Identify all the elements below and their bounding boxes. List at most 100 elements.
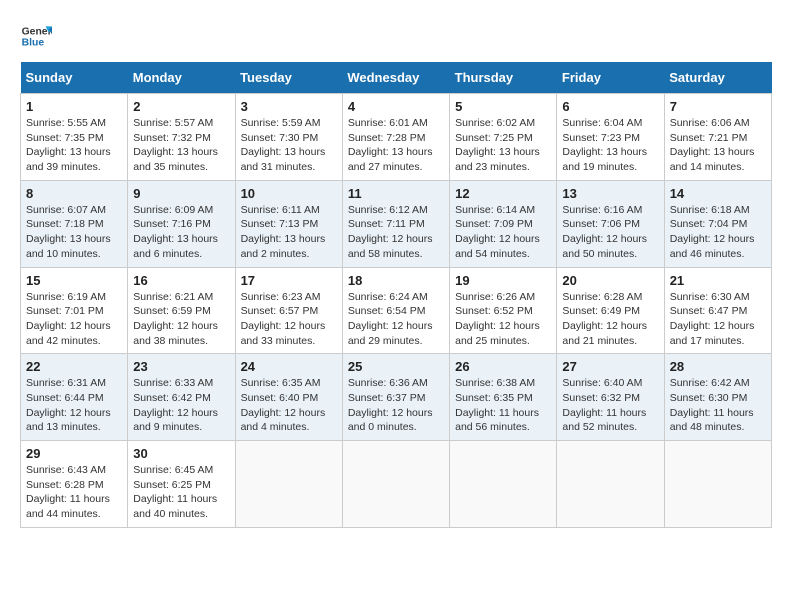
calendar-cell: 19 Sunrise: 6:26 AM Sunset: 6:52 PM Dayli… xyxy=(450,267,557,354)
day-number: 11 xyxy=(348,186,444,201)
calendar-table: SundayMondayTuesdayWednesdayThursdayFrid… xyxy=(20,62,772,528)
calendar-week-2: 8 Sunrise: 6:07 AM Sunset: 7:18 PM Daylig… xyxy=(21,180,772,267)
calendar-cell: 27 Sunrise: 6:40 AM Sunset: 6:32 PM Dayli… xyxy=(557,354,664,441)
day-number: 22 xyxy=(26,359,122,374)
calendar-cell: 29Sunrise: 6:43 AM Sunset: 6:28 PM Dayli… xyxy=(21,441,128,528)
day-info: Sunrise: 6:04 AM Sunset: 7:23 PM Dayligh… xyxy=(562,116,658,175)
calendar-cell: 20 Sunrise: 6:28 AM Sunset: 6:49 PM Dayli… xyxy=(557,267,664,354)
calendar-header-row: SundayMondayTuesdayWednesdayThursdayFrid… xyxy=(21,62,772,94)
day-info: Sunrise: 6:14 AM Sunset: 7:09 PM Dayligh… xyxy=(455,203,551,262)
calendar-cell xyxy=(450,441,557,528)
day-info: Sunrise: 6:09 AM Sunset: 7:16 PM Dayligh… xyxy=(133,203,229,262)
day-info: Sunrise: 6:35 AM Sunset: 6:40 PM Dayligh… xyxy=(241,376,337,435)
day-info: Sunrise: 6:43 AM Sunset: 6:28 PM Dayligh… xyxy=(26,463,122,522)
day-info: Sunrise: 6:26 AM Sunset: 6:52 PM Dayligh… xyxy=(455,290,551,349)
calendar-cell xyxy=(342,441,449,528)
day-info: Sunrise: 6:21 AM Sunset: 6:59 PM Dayligh… xyxy=(133,290,229,349)
calendar-cell: 7 Sunrise: 6:06 AM Sunset: 7:21 PM Daylig… xyxy=(664,94,771,181)
calendar-cell: 25 Sunrise: 6:36 AM Sunset: 6:37 PM Dayli… xyxy=(342,354,449,441)
day-info: Sunrise: 6:18 AM Sunset: 7:04 PM Dayligh… xyxy=(670,203,766,262)
calendar-cell: 22 Sunrise: 6:31 AM Sunset: 6:44 PM Dayli… xyxy=(21,354,128,441)
day-info: Sunrise: 6:12 AM Sunset: 7:11 PM Dayligh… xyxy=(348,203,444,262)
day-number: 19 xyxy=(455,273,551,288)
calendar-cell: 30Sunrise: 6:45 AM Sunset: 6:25 PM Dayli… xyxy=(128,441,235,528)
day-number: 21 xyxy=(670,273,766,288)
day-info: Sunrise: 6:06 AM Sunset: 7:21 PM Dayligh… xyxy=(670,116,766,175)
day-number: 3 xyxy=(241,99,337,114)
calendar-cell: 1Sunrise: 5:55 AM Sunset: 7:35 PM Daylig… xyxy=(21,94,128,181)
calendar-week-1: 1Sunrise: 5:55 AM Sunset: 7:35 PM Daylig… xyxy=(21,94,772,181)
day-info: Sunrise: 6:02 AM Sunset: 7:25 PM Dayligh… xyxy=(455,116,551,175)
day-info: Sunrise: 6:40 AM Sunset: 6:32 PM Dayligh… xyxy=(562,376,658,435)
calendar-cell xyxy=(235,441,342,528)
column-header-tuesday: Tuesday xyxy=(235,62,342,94)
calendar-week-4: 22 Sunrise: 6:31 AM Sunset: 6:44 PM Dayli… xyxy=(21,354,772,441)
day-info: Sunrise: 6:24 AM Sunset: 6:54 PM Dayligh… xyxy=(348,290,444,349)
day-info: Sunrise: 6:23 AM Sunset: 6:57 PM Dayligh… xyxy=(241,290,337,349)
day-number: 17 xyxy=(241,273,337,288)
day-number: 13 xyxy=(562,186,658,201)
day-number: 28 xyxy=(670,359,766,374)
day-info: Sunrise: 6:01 AM Sunset: 7:28 PM Dayligh… xyxy=(348,116,444,175)
day-info: Sunrise: 6:28 AM Sunset: 6:49 PM Dayligh… xyxy=(562,290,658,349)
day-number: 25 xyxy=(348,359,444,374)
calendar-cell: 9 Sunrise: 6:09 AM Sunset: 7:16 PM Daylig… xyxy=(128,180,235,267)
day-info: Sunrise: 5:55 AM Sunset: 7:35 PM Dayligh… xyxy=(26,116,122,175)
calendar-cell: 24 Sunrise: 6:35 AM Sunset: 6:40 PM Dayli… xyxy=(235,354,342,441)
logo-icon: General Blue xyxy=(20,20,52,52)
day-number: 10 xyxy=(241,186,337,201)
day-info: Sunrise: 6:16 AM Sunset: 7:06 PM Dayligh… xyxy=(562,203,658,262)
calendar-cell: 4Sunrise: 6:01 AM Sunset: 7:28 PM Daylig… xyxy=(342,94,449,181)
day-info: Sunrise: 6:38 AM Sunset: 6:35 PM Dayligh… xyxy=(455,376,551,435)
calendar-cell: 15 Sunrise: 6:19 AM Sunset: 7:01 PM Dayli… xyxy=(21,267,128,354)
calendar-cell: 13 Sunrise: 6:16 AM Sunset: 7:06 PM Dayli… xyxy=(557,180,664,267)
day-number: 12 xyxy=(455,186,551,201)
logo: General Blue xyxy=(20,20,52,52)
calendar-cell: 18Sunrise: 6:24 AM Sunset: 6:54 PM Dayli… xyxy=(342,267,449,354)
day-info: Sunrise: 6:19 AM Sunset: 7:01 PM Dayligh… xyxy=(26,290,122,349)
page-header: General Blue xyxy=(20,20,772,52)
day-number: 8 xyxy=(26,186,122,201)
column-header-monday: Monday xyxy=(128,62,235,94)
column-header-saturday: Saturday xyxy=(664,62,771,94)
calendar-cell: 5 Sunrise: 6:02 AM Sunset: 7:25 PM Daylig… xyxy=(450,94,557,181)
calendar-cell: 21 Sunrise: 6:30 AM Sunset: 6:47 PM Dayli… xyxy=(664,267,771,354)
column-header-sunday: Sunday xyxy=(21,62,128,94)
calendar-cell: 8 Sunrise: 6:07 AM Sunset: 7:18 PM Daylig… xyxy=(21,180,128,267)
day-number: 5 xyxy=(455,99,551,114)
day-number: 23 xyxy=(133,359,229,374)
calendar-cell: 17 Sunrise: 6:23 AM Sunset: 6:57 PM Dayli… xyxy=(235,267,342,354)
calendar-cell: 11 Sunrise: 6:12 AM Sunset: 7:11 PM Dayli… xyxy=(342,180,449,267)
day-number: 7 xyxy=(670,99,766,114)
calendar-cell: 26Sunrise: 6:38 AM Sunset: 6:35 PM Dayli… xyxy=(450,354,557,441)
calendar-cell: 14Sunrise: 6:18 AM Sunset: 7:04 PM Dayli… xyxy=(664,180,771,267)
svg-text:Blue: Blue xyxy=(22,38,45,49)
calendar-cell: 16 Sunrise: 6:21 AM Sunset: 6:59 PM Dayli… xyxy=(128,267,235,354)
day-number: 20 xyxy=(562,273,658,288)
calendar-cell: 28 Sunrise: 6:42 AM Sunset: 6:30 PM Dayli… xyxy=(664,354,771,441)
day-number: 24 xyxy=(241,359,337,374)
day-info: Sunrise: 5:59 AM Sunset: 7:30 PM Dayligh… xyxy=(241,116,337,175)
day-info: Sunrise: 6:07 AM Sunset: 7:18 PM Dayligh… xyxy=(26,203,122,262)
column-header-thursday: Thursday xyxy=(450,62,557,94)
day-number: 6 xyxy=(562,99,658,114)
day-info: Sunrise: 6:36 AM Sunset: 6:37 PM Dayligh… xyxy=(348,376,444,435)
day-info: Sunrise: 5:57 AM Sunset: 7:32 PM Dayligh… xyxy=(133,116,229,175)
day-number: 27 xyxy=(562,359,658,374)
column-header-friday: Friday xyxy=(557,62,664,94)
day-info: Sunrise: 6:42 AM Sunset: 6:30 PM Dayligh… xyxy=(670,376,766,435)
day-number: 9 xyxy=(133,186,229,201)
day-info: Sunrise: 6:30 AM Sunset: 6:47 PM Dayligh… xyxy=(670,290,766,349)
day-number: 16 xyxy=(133,273,229,288)
day-info: Sunrise: 6:11 AM Sunset: 7:13 PM Dayligh… xyxy=(241,203,337,262)
day-number: 15 xyxy=(26,273,122,288)
day-info: Sunrise: 6:31 AM Sunset: 6:44 PM Dayligh… xyxy=(26,376,122,435)
day-info: Sunrise: 6:45 AM Sunset: 6:25 PM Dayligh… xyxy=(133,463,229,522)
calendar-cell xyxy=(664,441,771,528)
calendar-cell: 10 Sunrise: 6:11 AM Sunset: 7:13 PM Dayli… xyxy=(235,180,342,267)
calendar-cell: 2 Sunrise: 5:57 AM Sunset: 7:32 PM Daylig… xyxy=(128,94,235,181)
calendar-cell: 12 Sunrise: 6:14 AM Sunset: 7:09 PM Dayli… xyxy=(450,180,557,267)
calendar-cell: 6 Sunrise: 6:04 AM Sunset: 7:23 PM Daylig… xyxy=(557,94,664,181)
day-number: 2 xyxy=(133,99,229,114)
calendar-cell xyxy=(557,441,664,528)
